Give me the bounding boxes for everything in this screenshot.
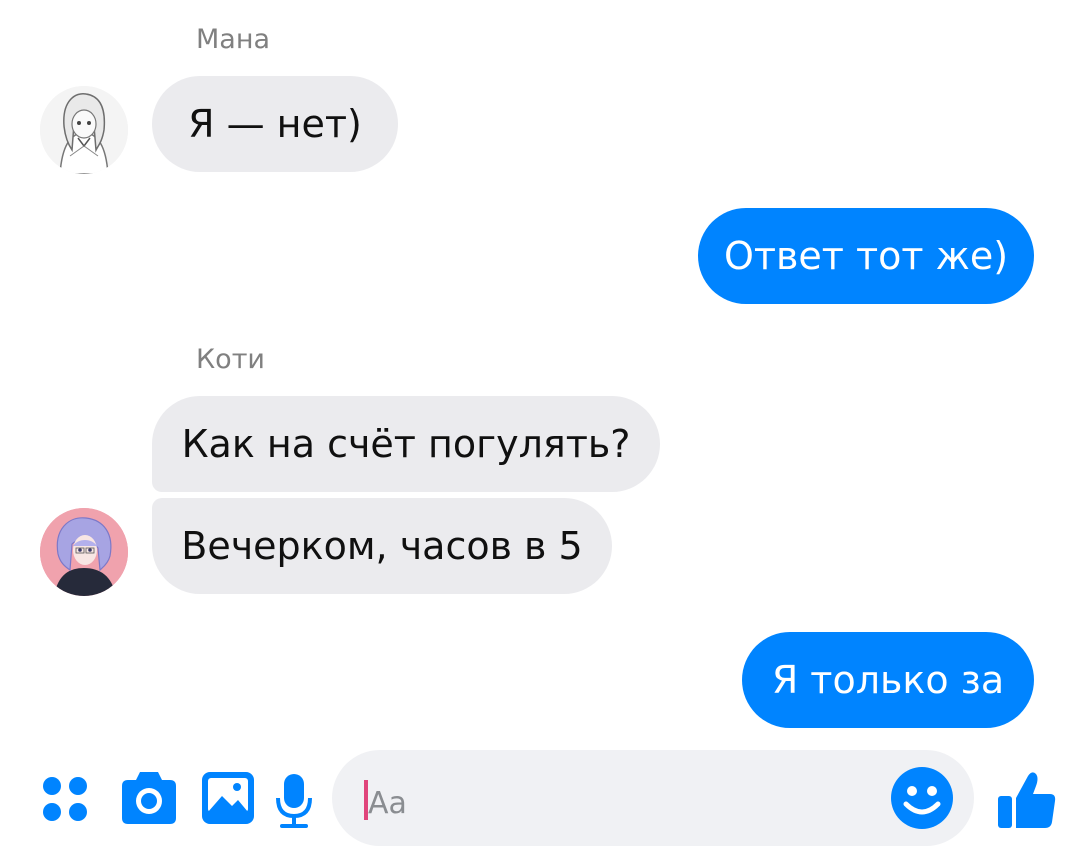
message-text: Ответ тот же) bbox=[723, 234, 1009, 278]
message-text: Как на счёт погулять? bbox=[181, 422, 631, 466]
message-text: Я — нет) bbox=[188, 102, 362, 146]
apps-grid-icon[interactable] bbox=[40, 774, 90, 828]
message-bubble-incoming[interactable]: Вечерком, часов в 5 bbox=[152, 498, 612, 594]
message-text: Вечерком, часов в 5 bbox=[181, 524, 583, 568]
message-bubble-outgoing[interactable]: Я только за bbox=[742, 632, 1034, 728]
camera-icon[interactable] bbox=[118, 770, 180, 830]
avatar-mana[interactable] bbox=[40, 86, 128, 174]
avatar-koti[interactable] bbox=[40, 508, 128, 596]
message-bubble-incoming[interactable]: Я — нет) bbox=[152, 76, 398, 172]
gallery-icon[interactable] bbox=[200, 770, 256, 830]
message-bubble-incoming[interactable]: Как на счёт погулять? bbox=[152, 396, 660, 492]
sender-name-koti: Коти bbox=[196, 344, 265, 375]
message-bubble-outgoing[interactable]: Ответ тот же) bbox=[698, 208, 1034, 304]
microphone-icon[interactable] bbox=[272, 772, 316, 834]
message-input[interactable]: Aa bbox=[332, 750, 974, 846]
message-text: Я только за bbox=[771, 658, 1005, 702]
thumbs-up-icon[interactable] bbox=[994, 768, 1058, 836]
message-composer: Aa bbox=[0, 740, 1080, 856]
sender-name-mana: Мана bbox=[196, 24, 271, 55]
smiley-icon[interactable] bbox=[890, 766, 954, 834]
message-input-placeholder: Aa bbox=[368, 786, 407, 821]
